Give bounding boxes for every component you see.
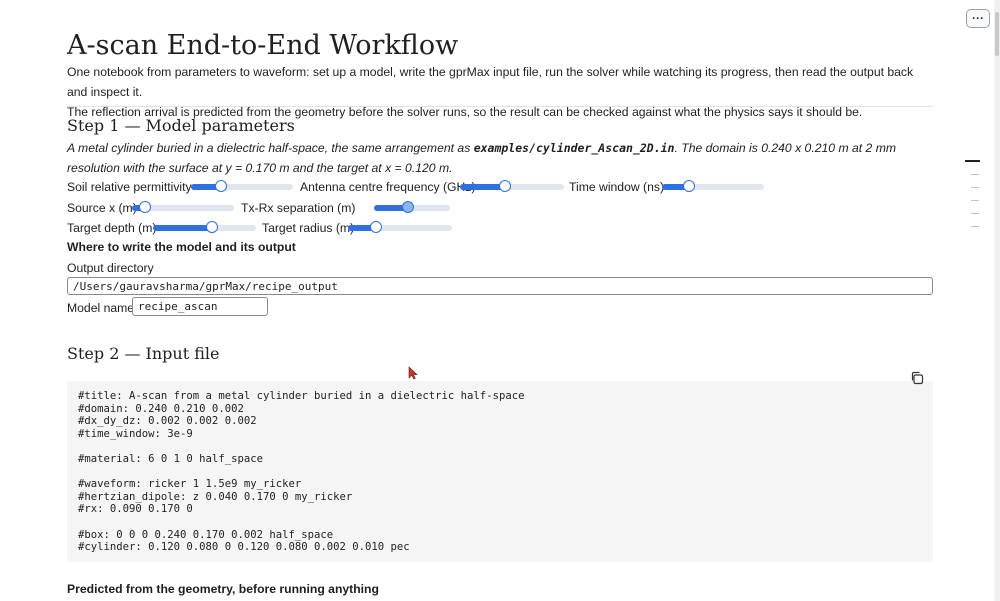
slider-handle[interactable] xyxy=(499,180,511,192)
section-divider xyxy=(67,106,933,107)
step1-description: A metal cylinder buried in a dielectric … xyxy=(67,138,933,178)
frequency-label: Antenna centre frequency (GHz) xyxy=(300,180,476,194)
slider-handle[interactable] xyxy=(370,221,382,233)
target-radius-label: Target radius (m) xyxy=(262,221,355,235)
model-name-label: Model name xyxy=(67,301,135,315)
slider-handle[interactable] xyxy=(215,180,227,192)
separation-slider[interactable] xyxy=(374,201,450,213)
permittivity-slider[interactable] xyxy=(191,180,293,192)
slider-handle[interactable] xyxy=(139,201,151,213)
more-options-button[interactable]: ··· xyxy=(966,9,990,28)
separation-label: Tx-Rx separation (m) xyxy=(241,201,356,215)
toc-marker-active[interactable] xyxy=(965,160,980,162)
time-window-slider[interactable] xyxy=(662,180,764,192)
scrollbar-thumb[interactable] xyxy=(995,12,999,56)
toc-marker[interactable] xyxy=(971,226,979,227)
time-window-label: Time window (ns) xyxy=(569,180,665,194)
source-x-label: Source x (m) xyxy=(67,201,137,215)
scrollbar-track[interactable] xyxy=(994,0,1000,601)
output-directory-input[interactable] xyxy=(67,277,933,295)
model-name-input[interactable] xyxy=(132,297,268,316)
input-file-code-block[interactable]: #title: A-scan from a metal cylinder bur… xyxy=(67,381,933,562)
toc-marker[interactable] xyxy=(971,200,979,201)
source-x-slider[interactable] xyxy=(132,201,234,213)
intro-line-1: One notebook from parameters to waveform… xyxy=(67,65,914,99)
slider-handle[interactable] xyxy=(683,180,695,192)
output-section-heading: Where to write the model and its output xyxy=(67,240,296,254)
slider-fill xyxy=(153,225,212,231)
target-radius-slider[interactable] xyxy=(348,221,452,233)
frequency-slider[interactable] xyxy=(460,180,564,192)
toc-marker[interactable] xyxy=(971,187,979,188)
step1-heading: Step 1 — Model parameters xyxy=(67,116,295,135)
page-title: A-scan End-to-End Workflow xyxy=(67,30,459,61)
copy-icon[interactable] xyxy=(910,371,924,385)
toc-marker[interactable] xyxy=(971,213,979,214)
permittivity-label: Soil relative permittivity xyxy=(67,180,192,194)
desc-text: A metal cylinder buried in a dielectric … xyxy=(67,141,474,155)
output-directory-label: Output directory xyxy=(67,261,154,275)
intro-text: One notebook from parameters to waveform… xyxy=(67,62,933,122)
example-file-path: examples/cylinder_Ascan_2D.in xyxy=(473,141,675,155)
target-depth-slider[interactable] xyxy=(153,221,256,233)
target-depth-label: Target depth (m) xyxy=(67,221,157,235)
toc-marker[interactable] xyxy=(971,174,979,175)
step2-heading: Step 2 — Input file xyxy=(67,344,220,363)
table-of-contents-markers[interactable] xyxy=(965,160,981,239)
slider-handle[interactable] xyxy=(206,221,218,233)
predicted-heading: Predicted from the geometry, before runn… xyxy=(67,582,379,596)
slider-handle[interactable] xyxy=(402,201,414,213)
mouse-cursor-icon xyxy=(408,366,418,380)
